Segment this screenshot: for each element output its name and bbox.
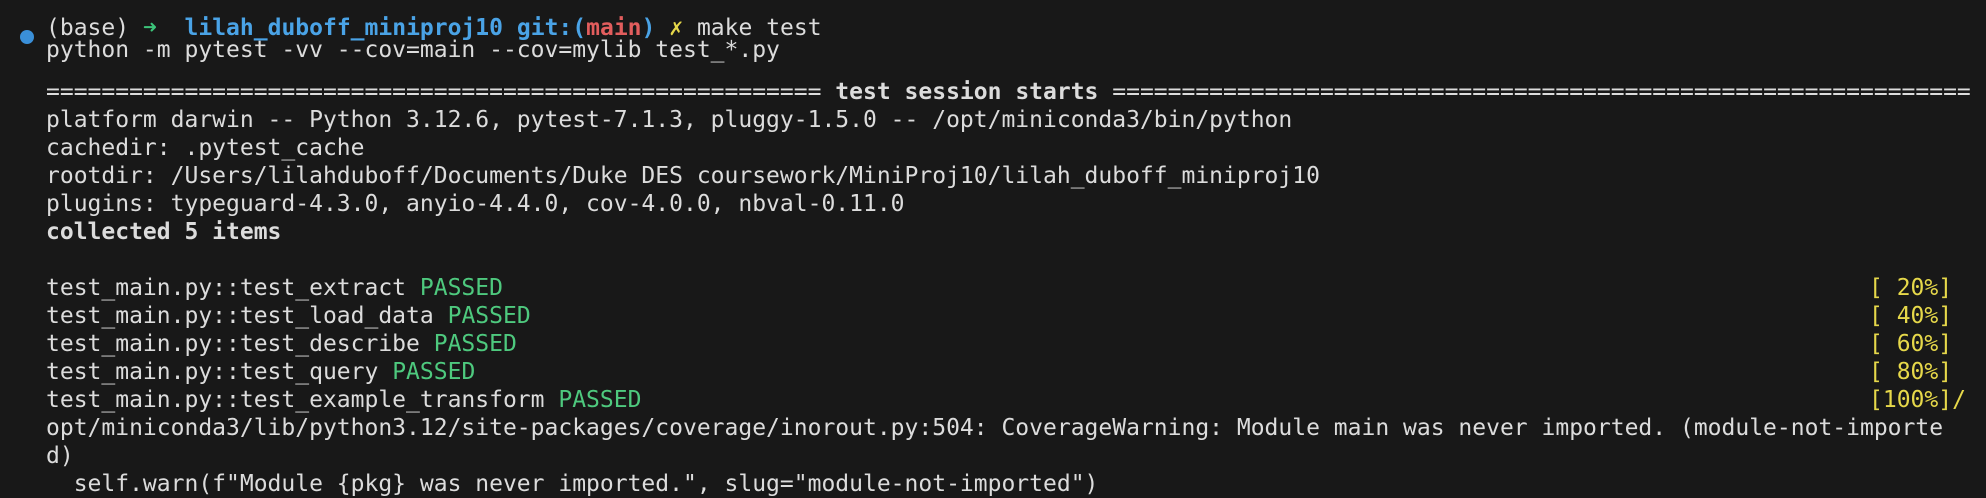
test-progress: [ 60%] — [1869, 331, 1953, 357]
test-progress-value: [100%] — [1869, 387, 1953, 413]
wrapped-path-slash: / — [1952, 387, 1966, 413]
test-result-row: test_main.py::test_describe PASSED — [46, 330, 517, 358]
separator-left: ========================================… — [46, 79, 822, 105]
session-title: test session starts — [821, 79, 1113, 105]
plugins-line: plugins: typeguard-4.3.0, anyio-4.4.0, c… — [46, 191, 905, 217]
test-status: PASSED — [392, 359, 476, 385]
command-echo: python -m pytest -vv --cov=main --cov=my… — [46, 37, 780, 63]
prompt-status-dot-icon — [20, 30, 34, 44]
platform-line: platform darwin -- Python 3.12.6, pytest… — [46, 107, 1293, 133]
test-result-row: test_main.py::test_load_data PASSED — [46, 302, 531, 330]
separator-right: ========================================… — [1112, 79, 1971, 105]
rootdir-line: rootdir: /Users/lilahduboff/Documents/Du… — [46, 163, 1320, 189]
test-progress: [ 20%] — [1869, 275, 1953, 301]
test-progress: [ 40%] — [1869, 303, 1953, 329]
coverage-warning-wrap: d) — [46, 443, 74, 469]
test-name: test_main.py::test_query — [46, 359, 379, 385]
test-status: PASSED — [419, 275, 503, 301]
session-separator: ========================================… — [46, 78, 1986, 106]
test-progress: [100%]/ — [1869, 386, 1966, 414]
terminal-window[interactable]: (base) ➜ lilah_duboff_miniproj10 git:(ma… — [0, 0, 1986, 497]
warning-source-line: self.warn(f"Module {pkg} was never impor… — [46, 471, 1099, 497]
cachedir-line: cachedir: .pytest_cache — [46, 135, 365, 161]
test-status: PASSED — [433, 331, 517, 357]
test-name: test_main.py::test_example_transform — [46, 387, 545, 413]
collected-line: collected 5 items — [46, 219, 282, 245]
test-status: PASSED — [558, 387, 642, 413]
test-name: test_main.py::test_extract — [46, 275, 407, 301]
test-progress: [ 80%] — [1869, 359, 1953, 385]
test-result-row: test_main.py::test_query PASSED — [46, 358, 475, 386]
coverage-warning-line: opt/miniconda3/lib/python3.12/site-packa… — [46, 415, 1944, 441]
test-name: test_main.py::test_describe — [46, 331, 420, 357]
test-result-row: test_main.py::test_extract PASSED — [46, 274, 503, 302]
test-name: test_main.py::test_load_data — [46, 303, 434, 329]
test-status: PASSED — [447, 303, 531, 329]
test-result-row: test_main.py::test_example_transform PAS… — [46, 386, 641, 414]
